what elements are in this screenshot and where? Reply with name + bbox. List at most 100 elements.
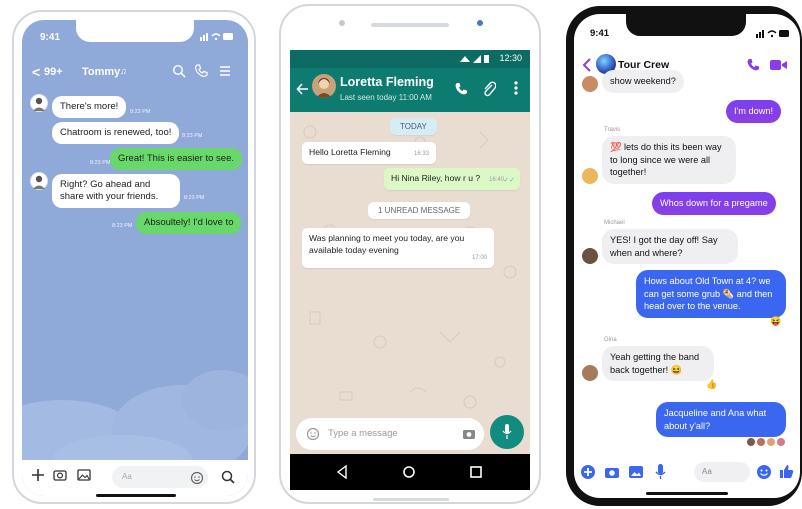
message-time: 8:23 PM [184, 195, 205, 201]
notch [76, 20, 194, 42]
message-time: 8:23 PM [90, 160, 111, 166]
back-arrow-icon[interactable] [296, 82, 310, 96]
plus-icon[interactable] [580, 464, 596, 480]
android-nav-bar [290, 454, 530, 490]
message-bubble[interactable]: Absoultely! I'd love to [136, 212, 242, 234]
emoji-icon[interactable] [190, 471, 204, 485]
nav-recents-icon[interactable] [470, 466, 482, 478]
line-screen: 9:41 < 99+ Tommy ♫ There's more! 8:23 PM… [22, 20, 248, 496]
reaction[interactable]: 👍 [706, 379, 717, 390]
thumbs-up-icon[interactable] [778, 463, 794, 479]
sensor-dot [477, 20, 483, 26]
message-bubble[interactable]: Was planning to meet you today, are you … [302, 228, 494, 268]
message-time: 8:23 PM [130, 109, 151, 115]
search-icon[interactable] [220, 469, 236, 485]
search-icon[interactable] [172, 64, 186, 78]
message-bubble[interactable]: show weekend? [602, 70, 684, 93]
message-bubble[interactable]: Jacqueline and Ana what about y'all? [656, 402, 786, 437]
message-bubble[interactable]: YES! I got the day off! Say when and whe… [602, 229, 738, 264]
read-check-icon: ✓✓ [503, 176, 515, 184]
message-bubble[interactable]: Hello Loretta Fleming 16:33 [302, 142, 436, 164]
avatar[interactable] [582, 168, 598, 184]
message-text: Was planning to meet you today, are you … [309, 233, 465, 255]
message-bubble[interactable]: I'm down! [726, 100, 782, 123]
message-bubble[interactable]: 💯 lets do this its been way to long sinc… [602, 136, 736, 184]
camera-icon[interactable] [462, 427, 476, 441]
cloud-background [22, 370, 248, 460]
avatar[interactable] [312, 74, 336, 98]
status-time: 9:41 [590, 28, 610, 39]
mic-button[interactable] [490, 415, 524, 449]
message-time: 8:23 PM [182, 133, 203, 139]
status-bar: 12:30 [290, 50, 530, 68]
message-time: 16:33 [413, 150, 429, 157]
message-bubble[interactable]: Hi Nina Riley, how r u ? 16:40 ✓✓ [384, 168, 520, 190]
contact-name: Tommy [82, 66, 121, 78]
nav-home-icon[interactable] [402, 465, 416, 479]
contact-name[interactable]: Loretta Fleming [340, 75, 434, 89]
camera-dot [339, 20, 345, 26]
avatar[interactable] [582, 365, 598, 381]
message-text: Hello Loretta Fleming [309, 147, 391, 157]
chat-header: < 99+ Tommy ♫ [22, 64, 248, 84]
camera-icon[interactable] [604, 465, 620, 479]
last-seen: Last seen today 11:00 AM [340, 93, 432, 102]
plus-icon[interactable] [30, 467, 46, 483]
back-button[interactable]: < [32, 64, 40, 80]
message-input[interactable]: Type a message [296, 418, 484, 450]
message-time: 17:00 [471, 254, 487, 261]
message-time: 8:23 PM [112, 223, 133, 229]
notch [626, 14, 746, 36]
whatsapp-screen: 12:30 Loretta Fleming Last seen today 11… [290, 50, 530, 490]
message-bubble[interactable]: Hows about Old Town at 4? we can get som… [636, 270, 786, 318]
input-bar: Aa [574, 460, 800, 490]
unread-count: 99+ [44, 66, 63, 78]
mic-icon[interactable] [654, 464, 666, 480]
mic-icon [502, 424, 512, 439]
messenger-screen: 9:41 Tour Crew show weekend? I'm down! T… [574, 14, 800, 498]
sound-icon: ♫ [120, 66, 127, 76]
emoji-icon[interactable] [306, 427, 320, 441]
back-icon[interactable] [582, 58, 592, 72]
message-bubble[interactable]: Whos down for a pregame [652, 192, 776, 215]
status-time: 12:30 [499, 53, 522, 63]
message-bubble[interactable]: There's more! [52, 96, 127, 118]
status-time: 9:41 [40, 32, 61, 43]
sender-name: Travis [604, 127, 621, 133]
menu-icon[interactable] [218, 64, 232, 78]
nav-back-icon[interactable] [336, 465, 348, 479]
message-bubble[interactable]: Chatroom is renewed, too! [52, 122, 180, 144]
phone-whatsapp: 12:30 Loretta Fleming Last seen today 11… [279, 4, 541, 504]
sender-name: Gina [604, 337, 617, 343]
phone-messenger: 9:41 Tour Crew show weekend? I'm down! T… [566, 6, 802, 506]
home-indicator [646, 492, 728, 495]
attach-icon[interactable] [482, 81, 496, 97]
message-bubble[interactable]: Great! This is easier to see. [110, 148, 242, 170]
reaction[interactable]: 😝 [770, 316, 781, 327]
video-icon[interactable] [770, 59, 788, 71]
chat-header: Loretta Fleming Last seen today 11:00 AM [290, 68, 530, 112]
message-bubble[interactable]: Yeah getting the band back together! 😆 [602, 346, 714, 381]
avatar[interactable] [30, 172, 48, 190]
date-pill: TODAY [390, 118, 437, 135]
message-time: 16:40 [488, 176, 504, 183]
avatar[interactable] [582, 248, 598, 264]
emoji-icon[interactable] [756, 464, 772, 480]
phone-icon[interactable] [746, 58, 760, 72]
message-text: Hi Nina Riley, how r u ? [391, 173, 481, 183]
phone-icon[interactable] [194, 64, 208, 78]
phone-icon[interactable] [454, 82, 468, 96]
home-indicator [96, 494, 176, 497]
camera-icon[interactable] [52, 467, 68, 483]
image-icon[interactable] [628, 465, 644, 479]
more-icon[interactable] [514, 81, 518, 95]
status-icons [200, 32, 234, 41]
home-indicator [373, 498, 449, 501]
status-icons [756, 29, 790, 38]
avatar[interactable] [30, 94, 48, 112]
image-icon[interactable] [76, 467, 92, 483]
message-bubble[interactable]: Right? Go ahead and share with your frie… [52, 174, 180, 208]
input-bar: Aa [22, 460, 248, 496]
avatar[interactable] [582, 76, 598, 92]
message-input[interactable]: Aa [694, 462, 750, 482]
